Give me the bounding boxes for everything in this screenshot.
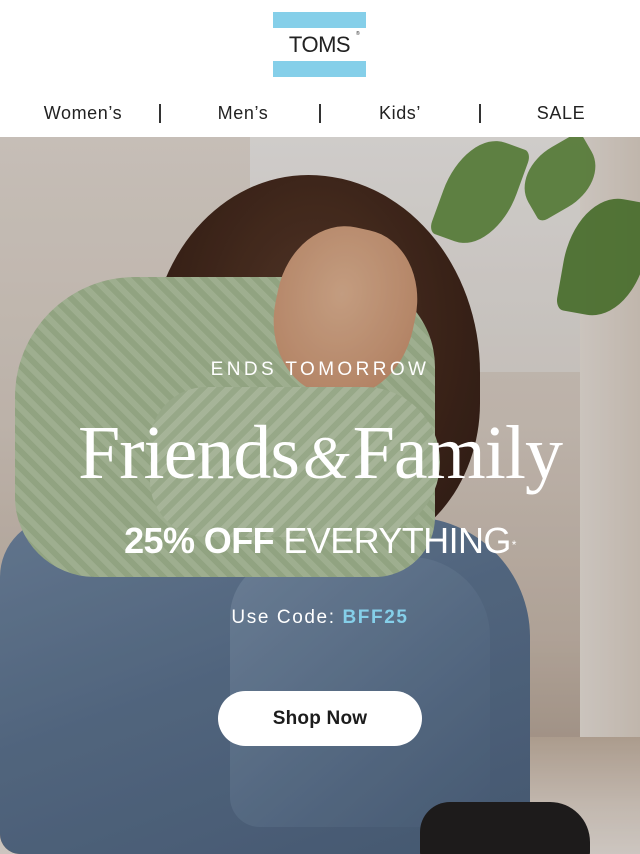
logo-stripe-top (273, 12, 366, 28)
nav-link-mens[interactable]: Men’s (190, 96, 296, 130)
hero-banner[interactable]: ENDS TOMORROW Friends&Family 25% OFF EVE… (0, 137, 640, 854)
promo-eyebrow: ENDS TOMORROW (210, 359, 430, 380)
nav-link-sale[interactable]: SALE (515, 96, 607, 130)
promo-code-line: Use Code: BFF25 (0, 607, 640, 629)
headline-friends: Friends (77, 411, 300, 495)
nav-link-kids[interactable]: Kids’ (352, 96, 448, 130)
shop-now-button[interactable]: Shop Now (218, 691, 422, 746)
logo-wordmark: TOMS (288, 32, 351, 57)
nav-divider (479, 104, 481, 123)
logo-stripe-bottom (273, 61, 366, 77)
promo-headline: Friends&Family (0, 405, 640, 506)
offer-asterisk: * (511, 538, 517, 552)
toms-logo[interactable]: TOMS ® (273, 12, 366, 77)
nav-divider (319, 104, 321, 123)
promo-offer: 25% OFF EVERYTHING* (0, 519, 640, 563)
offer-scope: EVERYTHING (283, 520, 511, 561)
headline-ampersand: & (302, 425, 350, 491)
nav-divider (159, 104, 161, 123)
category-nav: Women’s Men’s Kids’ SALE (0, 96, 640, 130)
nav-link-womens[interactable]: Women’s (22, 96, 144, 130)
offer-discount: 25% OFF (124, 520, 274, 561)
logo-registered-mark: ® (356, 31, 360, 37)
promo-code-label: Use Code: (231, 607, 336, 628)
headline-family: Family (352, 411, 563, 495)
promo-code-value: BFF25 (342, 607, 409, 628)
email-header: TOMS ® Women’s Men’s Kids’ SALE (0, 0, 640, 137)
